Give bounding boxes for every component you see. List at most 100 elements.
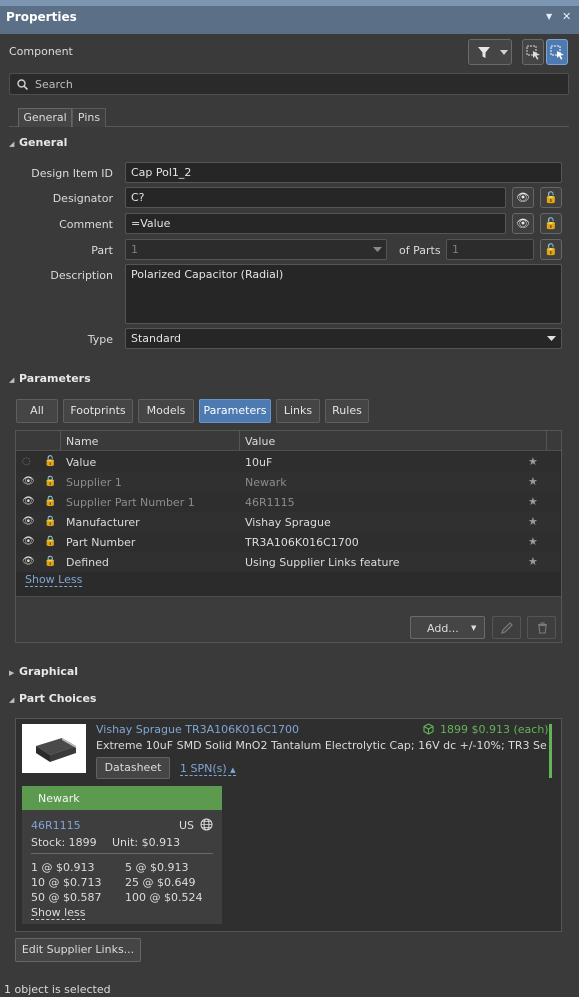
price-break: 10 @ $0.713: [31, 876, 102, 889]
tab-pins[interactable]: Pins: [72, 108, 106, 127]
select-icon-button[interactable]: [522, 39, 544, 65]
lock-icon[interactable]: 🔒: [44, 536, 56, 547]
eye-icon[interactable]: 👁: [22, 476, 35, 487]
price-break: 50 @ $0.587: [31, 891, 102, 904]
supplier-show-less-link[interactable]: Show less: [31, 906, 86, 920]
table-row[interactable]: ◌ 🔓 Value 10uF ★: [16, 452, 560, 472]
lock-icon[interactable]: 🔒: [44, 556, 56, 567]
type-select[interactable]: Standard: [125, 328, 562, 349]
comment-field[interactable]: =Value: [125, 213, 506, 234]
lock-icon[interactable]: 🔒: [44, 496, 56, 507]
datasheet-button[interactable]: Datasheet: [96, 757, 170, 779]
eye-icon[interactable]: 👁: [22, 496, 35, 507]
star-icon[interactable]: ★: [528, 455, 538, 468]
comment-visibility-button[interactable]: 👁: [512, 213, 534, 234]
eye-hidden-icon[interactable]: ◌: [22, 456, 31, 467]
search-placeholder: Search: [35, 78, 73, 91]
part-select[interactable]: 1: [125, 239, 387, 260]
eye-icon: 👁: [516, 191, 530, 204]
edit-supplier-links-button[interactable]: Edit Supplier Links...: [15, 938, 141, 962]
selection-filter-button[interactable]: [546, 39, 568, 65]
add-button[interactable]: Add... ▼: [410, 616, 485, 639]
filter-links-button[interactable]: Links: [276, 399, 320, 423]
lock-icon[interactable]: 🔒: [44, 516, 56, 527]
search-icon: [17, 79, 28, 90]
pin-dropdown-icon[interactable]: ▼: [546, 12, 552, 21]
designator-label: Designator: [52, 192, 113, 205]
param-name: Value: [66, 456, 97, 469]
table-row[interactable]: 👁 🔒 Defined Using Supplier Links feature…: [16, 552, 560, 572]
part-label: Part: [91, 244, 113, 257]
edit-parameter-button[interactable]: [492, 616, 521, 639]
collapse-triangle-icon: ◢: [9, 696, 15, 704]
filter-rules-button[interactable]: Rules: [325, 399, 369, 423]
param-value: TR3A106K016C1700: [245, 536, 359, 549]
graphical-section-header[interactable]: ▶ Graphical: [9, 665, 78, 678]
filter-footprints-button[interactable]: Footprints: [63, 399, 133, 423]
star-icon[interactable]: ★: [528, 495, 538, 508]
parameters-section-header[interactable]: ◢ Parameters: [9, 372, 91, 385]
table-row[interactable]: 👁 🔒 Supplier 1 Newark ★: [16, 472, 560, 492]
designator-field[interactable]: C?: [125, 187, 506, 208]
description-label: Description: [50, 269, 113, 282]
show-less-link[interactable]: Show Less: [25, 573, 83, 587]
supplier-header: Newark: [22, 786, 222, 810]
window-title: Properties: [6, 10, 77, 24]
designator-lock-button[interactable]: 🔓: [540, 187, 562, 208]
param-name: Supplier Part Number 1: [66, 496, 195, 509]
star-icon[interactable]: ★: [528, 555, 538, 568]
filter-models-button[interactable]: Models: [138, 399, 194, 423]
comment-lock-button[interactable]: 🔓: [540, 213, 562, 234]
filter-button[interactable]: [468, 39, 512, 65]
lock-icon[interactable]: 🔒: [44, 476, 56, 487]
search-input[interactable]: Search: [9, 73, 569, 95]
title-bar: Properties ▼ ✕: [0, 0, 579, 34]
type-label: Type: [87, 333, 113, 346]
part-title-link[interactable]: Vishay Sprague TR3A106K016C1700: [96, 723, 299, 736]
table-row[interactable]: 👁 🔒 Supplier Part Number 1 46R1115 ★: [16, 492, 560, 512]
column-header-value[interactable]: Value: [245, 435, 275, 448]
star-icon[interactable]: ★: [528, 475, 538, 488]
spn-link[interactable]: 1 SPN(s) ▲: [180, 762, 236, 776]
select-objects-icon: [526, 45, 540, 60]
table-row[interactable]: 👁 🔒 Manufacturer Vishay Sprague ★: [16, 512, 560, 532]
column-header-name[interactable]: Name: [66, 435, 98, 448]
eye-icon[interactable]: 👁: [22, 536, 35, 547]
part-lock-button[interactable]: 🔓: [540, 239, 562, 260]
eye-icon[interactable]: 👁: [22, 516, 35, 527]
designator-visibility-button[interactable]: 👁: [512, 187, 534, 208]
column-divider: [239, 431, 240, 450]
tab-general[interactable]: General: [18, 108, 72, 127]
type-value: Standard: [131, 332, 182, 345]
eye-icon: 👁: [516, 217, 530, 230]
supplier-name: Newark: [38, 792, 80, 805]
column-divider: [60, 431, 61, 450]
eye-icon[interactable]: 👁: [22, 556, 35, 567]
star-icon[interactable]: ★: [528, 515, 538, 528]
spn-link-label: 1 SPN(s): [180, 762, 227, 775]
star-icon[interactable]: ★: [528, 535, 538, 548]
param-name: Part Number: [66, 536, 136, 549]
close-icon[interactable]: ✕: [562, 10, 571, 23]
filter-all-button[interactable]: All: [16, 399, 58, 423]
comment-label: Comment: [59, 218, 113, 231]
general-section-header[interactable]: ◢ General: [9, 136, 67, 149]
chevron-down-icon: ▼: [471, 624, 477, 632]
tab-general-label: General: [23, 111, 67, 124]
part-choices-section-header[interactable]: ◢ Part Choices: [9, 692, 96, 705]
globe-icon: [200, 818, 213, 831]
table-row[interactable]: 👁 🔒 Part Number TR3A106K016C1700 ★: [16, 532, 560, 552]
unlock-icon: 🔓: [544, 191, 558, 204]
part-value: 1: [131, 243, 138, 256]
param-value: Newark: [245, 476, 287, 489]
supplier-part-number-link[interactable]: 46R1115: [31, 819, 81, 832]
unlock-icon[interactable]: 🔓: [44, 456, 56, 467]
param-value: Using Supplier Links feature: [245, 556, 400, 569]
filter-parameters-button[interactable]: Parameters: [199, 399, 271, 423]
stock-summary: 1899 $0.913 (each): [440, 723, 549, 736]
part-choices-section-title: Part Choices: [19, 692, 97, 705]
description-textarea[interactable]: Polarized Capacitor (Radial): [125, 264, 562, 324]
parameters-section-title: Parameters: [19, 372, 91, 385]
design-item-id-field[interactable]: Cap Pol1_2: [125, 162, 562, 183]
delete-parameter-button[interactable]: [527, 616, 556, 639]
